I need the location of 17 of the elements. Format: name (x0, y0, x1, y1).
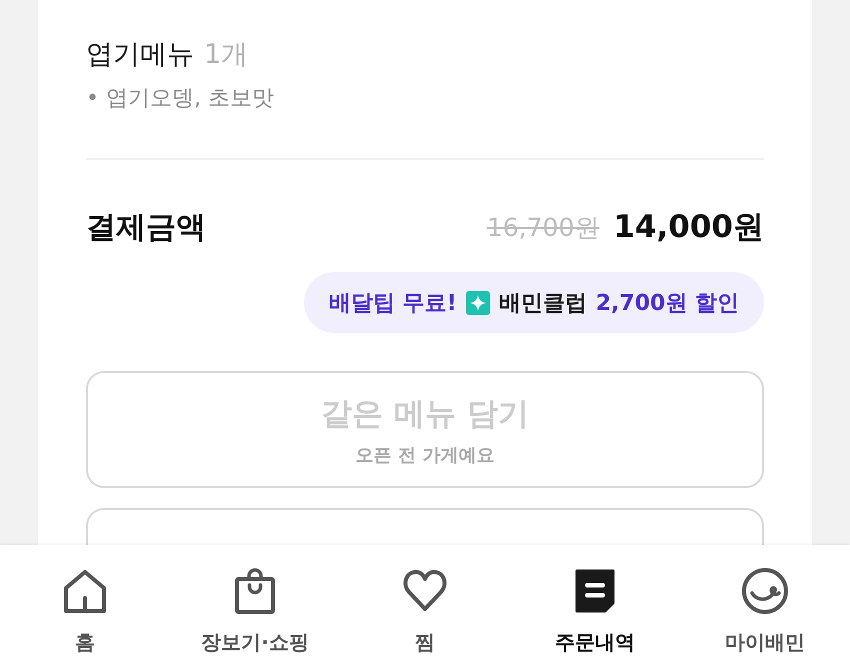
menu-options: • 엽기오뎅, 초보맛 (86, 84, 764, 114)
promo-text: 배달팁 무료! (329, 290, 457, 318)
sparkle-icon (466, 290, 490, 314)
nav-tab[interactable]: 장보기·쇼핑 (170, 545, 340, 667)
nav-tab[interactable]: 찜 (340, 545, 510, 667)
discount-text: 2,700원 할인 (596, 290, 739, 318)
menu-name: 엽기메뉴 (86, 38, 194, 72)
house-icon (61, 567, 109, 615)
final-price: 14,000원 (613, 208, 764, 247)
club-name: 배민클럽 (498, 290, 587, 318)
payment-label: 결제금액 (86, 208, 206, 246)
nav-tab[interactable]: 홈 (0, 545, 170, 667)
nav-tab[interactable]: 주문내역 (510, 545, 680, 667)
nav-tab[interactable]: 마이배민 (680, 545, 850, 667)
smiley-icon (741, 567, 789, 615)
original-price: 16,700원 (486, 212, 600, 244)
menu-count: 1개 (204, 38, 248, 72)
